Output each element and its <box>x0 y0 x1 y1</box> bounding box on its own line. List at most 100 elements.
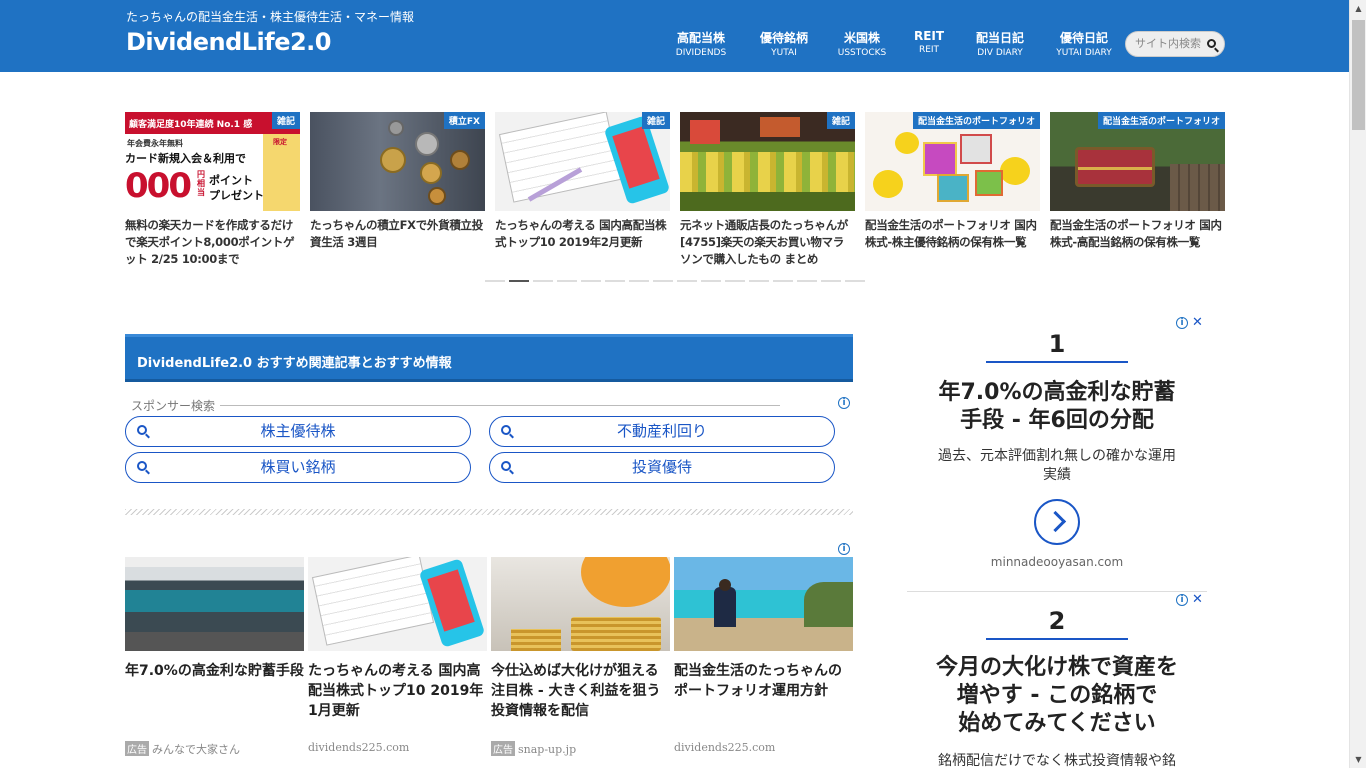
scroll-up-arrow-icon[interactable]: ▲ <box>1350 0 1366 17</box>
ad-headline[interactable]: 年7.0%の高金利な貯蓄 手段 - 年6回の分配 <box>907 379 1207 435</box>
carousel-dot[interactable] <box>533 280 553 282</box>
card-title[interactable]: 配当金生活のポートフォリオ 国内株式-高配当銘柄の保有株一覧 <box>1050 217 1225 251</box>
sponsor-search-link[interactable]: 不動産利回り <box>489 416 835 447</box>
featured-carousel: 顧客満足度10年連続 No.1 感 年会費永年無料 カード新規入会＆利用で 00… <box>125 112 1225 272</box>
thumb-text: カード新規入会＆利用で <box>125 152 246 165</box>
card-title[interactable]: たっちゃんの考える 国内高配当株式トップ10 2019年2月更新 <box>495 217 670 251</box>
ad-body-line: 過去、元本評価割れ無しの確かな運用 <box>938 448 1176 464</box>
carousel-dot[interactable] <box>485 280 505 282</box>
info-icon[interactable]: i <box>838 543 850 555</box>
carousel-card[interactable]: 配当金生活のポートフォリオ 配当金生活のポートフォリオ 国内株式-株主優待銘柄の… <box>865 112 1040 251</box>
page-scrollbar[interactable]: ▲ ▼ <box>1349 0 1366 768</box>
ad-headline-line: 手段 - 年6回の分配 <box>960 408 1154 433</box>
nav-sublabel: USSTOCKS <box>837 48 887 58</box>
sponsor-search-link[interactable]: 投資優待 <box>489 452 835 483</box>
nav-item-usstocks[interactable]: 米国株 USSTOCKS <box>838 29 887 58</box>
divider <box>220 405 780 406</box>
site-search-input[interactable]: サイト内検索 <box>1125 31 1225 57</box>
nav-item-div-diary[interactable]: 配当日記 DIV DIARY <box>976 29 1024 58</box>
ad-source[interactable]: dividends225.com <box>308 741 409 754</box>
carousel-dot[interactable] <box>653 280 673 282</box>
scrollbar-thumb[interactable] <box>1352 20 1365 130</box>
info-icon[interactable]: i <box>1176 317 1188 329</box>
ad-title[interactable]: 配当金生活のたっちゃんのポートフォリオ運用方針 <box>674 661 853 701</box>
site-logo[interactable]: DividendLife2.0 <box>126 28 332 56</box>
sidebar-ad[interactable]: 1 年7.0%の高金利な貯蓄 手段 - 年6回の分配 過去、元本評価割れ無しの確… <box>907 330 1207 569</box>
ad-title[interactable]: 年7.0%の高金利な貯蓄手段 <box>125 661 304 681</box>
card-title[interactable]: 無料の楽天カードを作成するだけで楽天ポイント8,000ポイントゲット 2/25 … <box>125 217 300 268</box>
ad-thumbnail-beach <box>674 557 853 651</box>
ad-source-name: dividends225.com <box>308 741 410 754</box>
info-icon[interactable]: i <box>838 397 850 409</box>
card-category-badge: 積立FX <box>443 112 485 129</box>
ad-thumbnail-wireframe <box>308 557 487 651</box>
ad-headline[interactable]: 今月の大化け株で資産を 増やす - この銘柄で 始めてみてください <box>907 654 1207 738</box>
nav-label: 米国株 <box>843 31 880 45</box>
sidebar-ad[interactable]: 2 今月の大化け株で資産を 増やす - この銘柄で 始めてみてください 銘柄配信… <box>907 607 1207 771</box>
ad-source[interactable]: dividends225.com <box>674 741 775 754</box>
divider <box>907 591 1207 592</box>
nav-sublabel: DIV DIARY <box>977 48 1023 58</box>
carousel-dot[interactable] <box>749 280 769 282</box>
card-illustration: 限定 <box>263 134 300 211</box>
close-icon[interactable]: ✕ <box>1192 315 1203 330</box>
hatched-divider <box>125 509 853 515</box>
nav-sublabel: REIT <box>918 45 940 55</box>
search-icon[interactable] <box>1207 39 1216 48</box>
carousel-card[interactable]: 雑記 たっちゃんの考える 国内高配当株式トップ10 2019年2月更新 <box>495 112 670 251</box>
carousel-dot[interactable] <box>677 280 697 282</box>
ad-card[interactable]: 年7.0%の高金利な貯蓄手段 <box>125 557 304 681</box>
thumb-text: ポイント <box>209 174 253 187</box>
ad-headline-line: 増やす - この銘柄で <box>956 683 1158 708</box>
nav-item-yutai-diary[interactable]: 優待日記 YUTAI DIARY <box>1056 29 1111 58</box>
ad-source[interactable]: 広告 snap-up.jp <box>491 741 576 756</box>
card-title[interactable]: 元ネット通販店長のたっちゃんが[4755]楽天の楽天お買い物マラソンで購入したも… <box>680 217 855 268</box>
ad-title[interactable]: たっちゃんの考える 国内高配当株式トップ10 2019年1月更新 <box>308 661 487 721</box>
carousel-dot[interactable] <box>725 280 745 282</box>
carousel-dot[interactable] <box>629 280 649 282</box>
ad-body: 過去、元本評価割れ無しの確かな運用 実績 <box>907 447 1207 485</box>
sponsor-label: スポンサー検索 <box>131 399 216 413</box>
carousel-dot[interactable] <box>797 280 817 282</box>
ad-source-name: snap-up.jp <box>518 743 577 756</box>
carousel-card[interactable]: 積立FX たっちゃんの積立FXで外貨積立投資生活 3週目 <box>310 112 485 251</box>
carousel-card[interactable]: 配当金生活のポートフォリオ 配当金生活のポートフォリオ 国内株式-高配当銘柄の保… <box>1050 112 1225 251</box>
chevron-right-icon[interactable] <box>1034 499 1080 545</box>
nav-item-dividends[interactable]: 高配当株 DIVIDENDS <box>676 29 726 58</box>
sponsor-link-label: 不動産利回り <box>616 422 707 440</box>
ad-title[interactable]: 今仕込めば大化けが狙える注目株 - 大きく利益を狙う投資情報を配信 <box>491 661 670 721</box>
carousel-dot[interactable] <box>701 280 721 282</box>
sponsor-link-label: 投資優待 <box>631 458 692 476</box>
search-icon <box>501 425 511 435</box>
ad-card[interactable]: たっちゃんの考える 国内高配当株式トップ10 2019年1月更新 <box>308 557 487 721</box>
carousel-dot[interactable] <box>821 280 841 282</box>
nav-item-reit[interactable]: REIT REIT <box>914 29 944 55</box>
card-title[interactable]: たっちゃんの積立FXで外貨積立投資生活 3週目 <box>310 217 485 251</box>
search-icon <box>137 425 147 435</box>
carousel-dot[interactable] <box>773 280 793 282</box>
carousel-dot[interactable] <box>605 280 625 282</box>
carousel-dot[interactable] <box>581 280 601 282</box>
carousel-card[interactable]: 雑記 元ネット通販店長のたっちゃんが[4755]楽天の楽天お買い物マラソンで購入… <box>680 112 855 268</box>
ad-domain[interactable]: minnadeooyasan.com <box>907 555 1207 569</box>
carousel-dot[interactable] <box>557 280 577 282</box>
card-title[interactable]: 配当金生活のポートフォリオ 国内株式-株主優待銘柄の保有株一覧 <box>865 217 1040 251</box>
info-icon[interactable]: i <box>1176 594 1188 606</box>
ad-body-line: 銘柄配信だけでなく株式投資情報や銘 <box>938 753 1176 769</box>
ad-thumbnail-coins <box>491 557 670 651</box>
ad-headline-line: 年7.0%の高金利な貯蓄 <box>938 380 1176 405</box>
sponsor-search-link[interactable]: 株買い銘柄 <box>125 452 471 483</box>
nav-item-yutai[interactable]: 優待銘柄 YUTAI <box>760 29 808 58</box>
ad-card[interactable]: 配当金生活のたっちゃんのポートフォリオ運用方針 <box>674 557 853 701</box>
sponsor-search-link[interactable]: 株主優待株 <box>125 416 471 447</box>
ad-headline-line: 始めてみてください <box>958 711 1156 736</box>
carousel-card[interactable]: 顧客満足度10年連続 No.1 感 年会費永年無料 カード新規入会＆利用で 00… <box>125 112 300 268</box>
ad-card[interactable]: 今仕込めば大化けが狙える注目株 - 大きく利益を狙う投資情報を配信 <box>491 557 670 721</box>
close-icon[interactable]: ✕ <box>1192 592 1203 607</box>
scroll-down-arrow-icon[interactable]: ▼ <box>1350 751 1366 768</box>
divider <box>986 361 1128 363</box>
ad-source[interactable]: 広告 みんなで大家さん <box>125 741 240 757</box>
card-category-badge: 配当金生活のポートフォリオ <box>912 112 1040 129</box>
carousel-dot[interactable] <box>845 280 865 282</box>
carousel-dot[interactable] <box>509 280 529 282</box>
